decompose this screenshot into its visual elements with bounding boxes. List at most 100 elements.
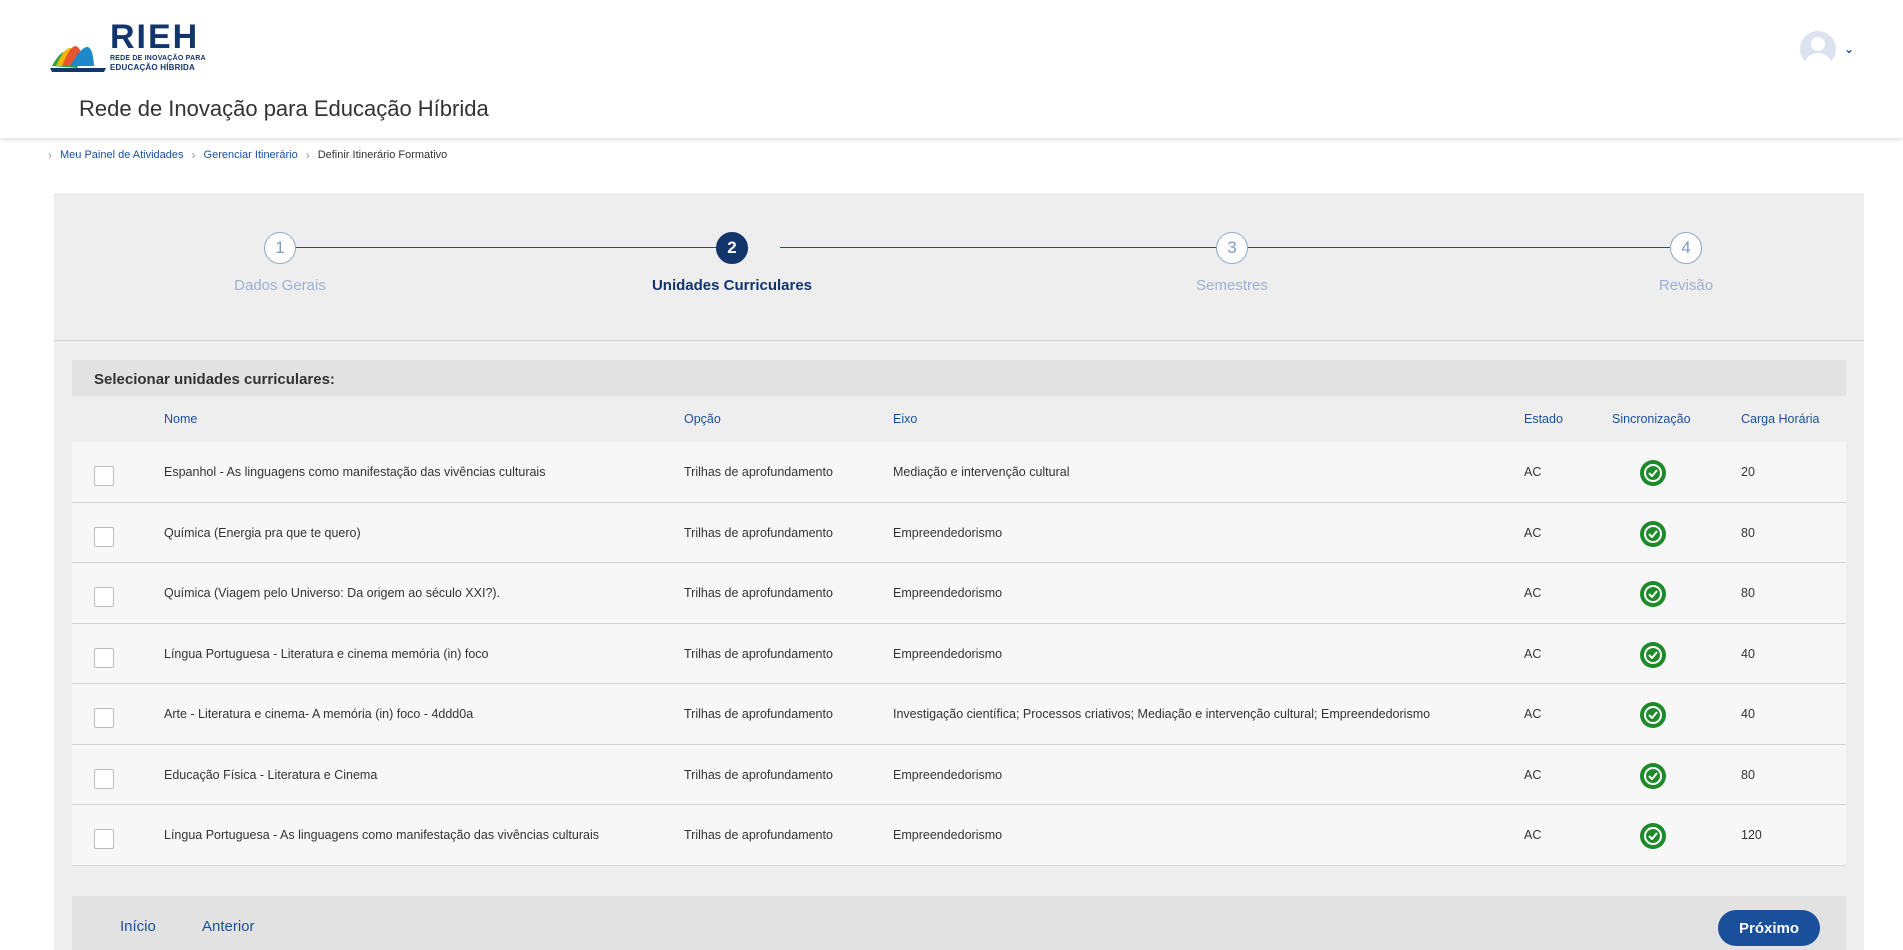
cell-carga-horaria: 20 [1741, 465, 1755, 479]
logo-book-icon [50, 46, 106, 72]
anterior-button[interactable]: Anterior [202, 918, 255, 935]
cell-nome: Língua Portuguesa - As linguagens como m… [164, 828, 599, 842]
step-number: 4 [1670, 232, 1702, 264]
table-row[interactable]: Química (Energia pra que te quero) Trilh… [72, 502, 1846, 563]
logo-subtitle-1: REDE DE INOVAÇÃO PARA [110, 55, 206, 62]
header-estado[interactable]: Estado [1524, 412, 1563, 426]
header-carga-horaria[interactable]: Carga Horária [1741, 412, 1820, 426]
rieh-logo[interactable]: RIEH REDE DE INOVAÇÃO PARA EDUCAÇÃO HÍBR… [48, 20, 208, 74]
cell-estado: AC [1524, 525, 1542, 540]
table-row[interactable]: Arte - Literatura e cinema- A memória (i… [72, 684, 1846, 745]
row-checkbox[interactable] [94, 768, 114, 789]
row-checkbox[interactable] [94, 587, 114, 607]
cell-opcao: Trilhas de aprofundamento [684, 525, 833, 540]
cell-carga-horaria: 40 [1741, 646, 1755, 661]
cell-nome: Língua Portuguesa - Literatura e cinema … [164, 646, 489, 661]
cell-eixo: Investigação científica; Processos criat… [893, 707, 1431, 721]
cell-eixo: Empreendedorismo [893, 767, 1003, 782]
cell-estado: AC [1524, 767, 1542, 782]
stepper: 1 Dados Gerais 2 Unidades Curriculares 3… [54, 193, 1864, 341]
cell-opcao: Trilhas de aprofundamento [684, 828, 833, 842]
cell-estado: AC [1524, 828, 1542, 842]
cell-opcao: Trilhas de aprofundamento [684, 646, 833, 661]
step-label: Unidades Curriculares [651, 277, 813, 294]
table-row[interactable]: Língua Portuguesa - Literatura e cinema … [72, 623, 1846, 684]
chevron-right-icon: › [191, 148, 196, 162]
site-title: Rede de Inovação para Educação Híbrida [79, 96, 489, 121]
sync-check-icon [1640, 641, 1666, 668]
cell-opcao: Trilhas de aprofundamento [684, 586, 833, 600]
sync-check-icon [1640, 581, 1666, 607]
breadcrumb-meu-painel[interactable]: Meu Painel de Atividades [60, 149, 184, 161]
main-panel: 1 Dados Gerais 2 Unidades Curriculares 3… [54, 193, 1864, 950]
avatar[interactable] [1800, 31, 1836, 67]
table-row[interactable]: Química (Viagem pelo Universo: Da origem… [72, 563, 1846, 624]
user-menu[interactable]: ⌄ [1800, 30, 1860, 68]
chevron-down-icon[interactable]: ⌄ [1844, 42, 1854, 56]
row-checkbox[interactable] [94, 647, 114, 668]
header-nome[interactable]: Nome [164, 412, 197, 426]
step-number: 2 [716, 232, 748, 264]
cell-nome: Educação Física - Literatura e Cinema [164, 767, 378, 782]
row-checkbox[interactable] [94, 829, 114, 849]
chevron-right-icon: › [48, 148, 52, 162]
row-checkbox[interactable] [94, 526, 114, 547]
section-title: Selecionar unidades curriculares: [72, 360, 1846, 396]
cell-carga-horaria: 80 [1741, 525, 1755, 540]
cell-nome: Espanhol - As linguagens como manifestaç… [164, 465, 546, 479]
site-header: RIEH REDE DE INOVAÇÃO PARA EDUCAÇÃO HÍBR… [0, 0, 1903, 138]
inicio-button[interactable]: Início [120, 918, 156, 935]
table-row[interactable]: Educação Física - Literatura e Cinema Tr… [72, 744, 1846, 805]
sync-check-icon [1640, 702, 1666, 728]
row-checkbox[interactable] [94, 466, 114, 486]
cell-carga-horaria: 40 [1741, 707, 1755, 721]
cell-opcao: Trilhas de aprofundamento [684, 767, 833, 782]
breadcrumb-gerenciar-itinerario[interactable]: Gerenciar Itinerário [204, 149, 298, 161]
sync-check-icon [1640, 762, 1666, 789]
cell-nome: Química (Energia pra que te quero) [164, 525, 361, 540]
table-body: Espanhol - As linguagens como manifestaç… [72, 442, 1846, 866]
cell-opcao: Trilhas de aprofundamento [684, 707, 833, 721]
cell-opcao: Trilhas de aprofundamento [684, 465, 833, 479]
table-row[interactable]: Espanhol - As linguagens como manifestaç… [72, 442, 1846, 503]
step-label: Revisão [1658, 277, 1714, 294]
table-header: Nome Opção Eixo Estado Sincronização Car… [72, 396, 1846, 442]
cell-estado: AC [1524, 586, 1542, 600]
cell-estado: AC [1524, 707, 1542, 721]
table-row[interactable]: Língua Portuguesa - As linguagens como m… [72, 805, 1846, 866]
footer-nav: Início Anterior Próximo [72, 896, 1846, 950]
row-checkbox[interactable] [94, 708, 114, 728]
header-sincronizacao[interactable]: Sincronização [1612, 412, 1691, 426]
header-eixo[interactable]: Eixo [893, 412, 917, 426]
cell-eixo: Empreendedorismo [893, 646, 1003, 661]
sync-check-icon [1640, 823, 1666, 849]
header-opcao[interactable]: Opção [684, 412, 721, 426]
breadcrumb-current: Definir Itinerário Formativo [317, 149, 448, 161]
breadcrumb: › Meu Painel de Atividades › Gerenciar I… [40, 148, 447, 162]
proximo-button[interactable]: Próximo [1718, 910, 1820, 946]
step-dados-gerais[interactable]: 1 Dados Gerais [180, 232, 380, 294]
logo-subtitle-2: EDUCAÇÃO HÍBRIDA [110, 63, 195, 72]
cell-carga-horaria: 120 [1741, 828, 1762, 842]
cell-carga-horaria: 80 [1741, 767, 1755, 782]
cell-eixo: Empreendedorismo [893, 828, 1003, 842]
step-semestres[interactable]: 3 Semestres [1132, 232, 1332, 294]
sync-check-icon [1640, 460, 1666, 486]
cell-eixo: Empreendedorismo [893, 586, 1003, 600]
cell-carga-horaria: 80 [1741, 586, 1755, 600]
step-number: 3 [1216, 232, 1248, 264]
sync-check-icon [1640, 520, 1666, 547]
step-unidades-curriculares[interactable]: 2 Unidades Curriculares [632, 232, 832, 294]
chevron-right-icon: › [305, 148, 310, 162]
step-label: Semestres [1196, 277, 1268, 294]
cell-eixo: Empreendedorismo [893, 525, 1003, 540]
cell-eixo: Mediação e intervenção cultural [893, 465, 1070, 479]
step-number: 1 [264, 232, 296, 264]
step-label: Dados Gerais [234, 277, 326, 294]
cell-estado: AC [1524, 465, 1542, 479]
cell-nome: Química (Viagem pelo Universo: Da origem… [164, 586, 501, 600]
curricular-units-table: Nome Opção Eixo Estado Sincronização Car… [72, 396, 1846, 866]
step-revisao[interactable]: 4 Revisão [1586, 232, 1786, 294]
logo-text: RIEH [110, 18, 200, 56]
cell-estado: AC [1524, 646, 1542, 661]
